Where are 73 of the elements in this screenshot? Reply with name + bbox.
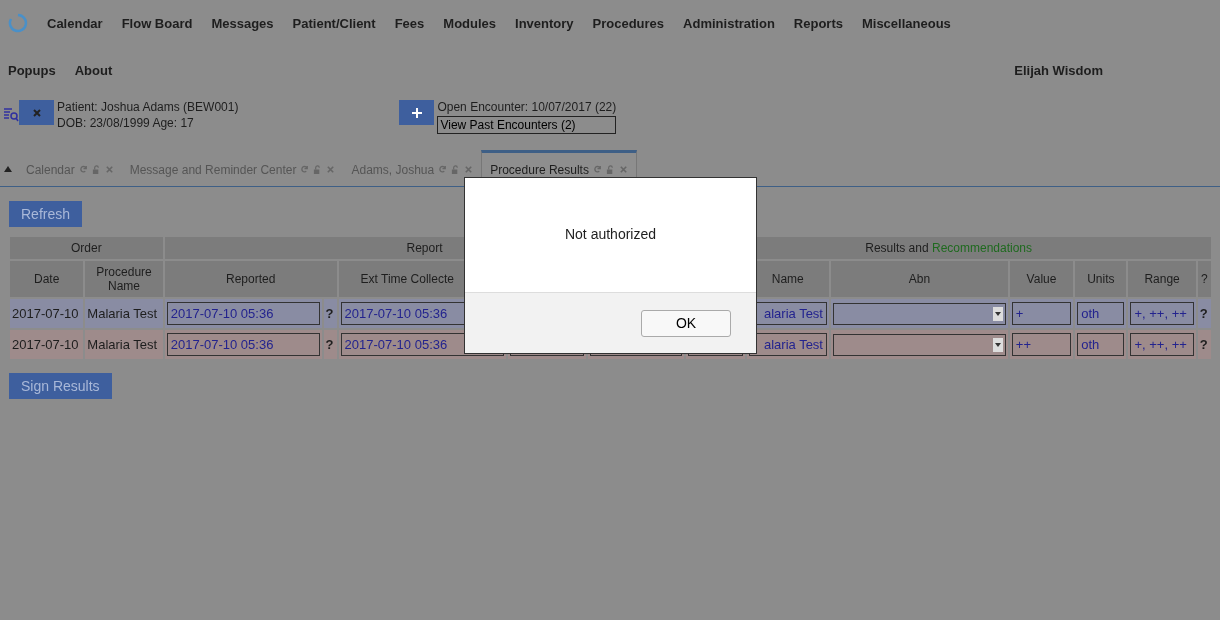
help-mark[interactable]: ? [325,337,334,352]
close-icon[interactable] [464,165,474,174]
lock-icon[interactable] [451,165,461,174]
menu-item[interactable]: About [74,62,113,78]
lock-icon[interactable] [605,165,615,174]
refresh-icon[interactable] [592,165,602,174]
collapse-icon[interactable] [4,166,12,172]
table-cell-text: Malaria Test [86,336,159,354]
menu-item[interactable]: Flow Board [121,15,193,31]
column-header: Range [1128,261,1196,297]
input-field[interactable]: + [1011,302,1072,325]
search-list-icon[interactable] [3,106,19,122]
input-field[interactable]: 2017-07-10 05:36 [340,333,505,356]
abn-select[interactable] [832,333,1006,356]
refresh-icon[interactable] [300,165,310,174]
close-icon[interactable] [326,165,336,174]
user-name[interactable]: Elijah Wisdom [1014,62,1103,78]
help-mark[interactable]: ? [1199,337,1208,352]
input-field[interactable]: oth [1077,333,1125,356]
tab-label[interactable]: Procedure Results [490,162,589,177]
menu-item[interactable]: Miscellaneous [861,15,951,31]
input-field[interactable]: +, ++, ++ [1130,302,1194,325]
logo-icon[interactable] [8,13,28,33]
column-header: Units [1075,261,1127,297]
menu-item[interactable]: Fees [394,15,425,31]
new-encounter-button[interactable] [399,100,435,125]
input-field[interactable]: 2017-07-10 05:36 [166,302,320,325]
menu-item[interactable]: Modules [443,15,497,31]
close-icon[interactable] [104,165,114,174]
column-header: Reported [164,261,337,297]
input-field[interactable]: alaria Test [748,333,827,356]
close-icon[interactable] [618,165,628,174]
table-cell-text: 2017-07-10 [11,336,80,354]
menu-item[interactable]: Calendar [47,15,103,31]
column-group-header: Order [10,237,163,259]
input-field[interactable]: +, ++, ++ [1130,333,1194,356]
column-header: Value [1009,261,1074,297]
column-header: Procedure Name [85,261,163,297]
input-field[interactable]: oth [1077,302,1125,325]
column-header: Abn [830,261,1008,297]
group-title: Results and [865,241,930,255]
close-icon [32,108,41,117]
refresh-icon[interactable] [438,165,448,174]
menu-item[interactable]: Administration [683,15,775,31]
refresh-icon[interactable] [78,165,88,174]
menu-item[interactable]: Procedures [592,15,665,31]
menu-item[interactable]: Messages [211,15,274,31]
patient-dob: DOB: 23/08/1999 Age: 17 [57,116,195,130]
menu-item[interactable]: Patient/Client [292,15,376,31]
sign-results-button[interactable]: Sign Results [9,373,112,399]
plus-icon [411,107,422,118]
menu-item[interactable]: Reports [793,15,843,31]
input-field[interactable]: 2017-07-10 05:36 [166,333,320,356]
column-header: ? [1197,261,1211,297]
table-cell-text: Malaria Test [86,305,159,323]
dropdown-icon [992,337,1003,352]
help-mark[interactable]: ? [1199,306,1208,321]
refresh-button[interactable]: Refresh [9,201,83,227]
dropdown-icon [992,306,1003,321]
menu-item[interactable]: Inventory [515,15,574,31]
input-field[interactable]: ++ [1011,333,1072,356]
menu-item[interactable]: Popups [8,62,56,78]
open-encounter: Open Encounter: 10/07/2017 (22) [437,100,617,114]
help-mark[interactable]: ? [325,306,334,321]
ok-button[interactable]: OK [641,309,731,337]
lock-icon[interactable] [91,165,101,174]
past-encounters-button[interactable]: View Past Encounters (2) [437,116,617,134]
close-patient-button[interactable] [19,100,54,125]
patient-name: Patient: Joshua Adams (BEW001) [57,100,239,114]
column-header: Date [10,261,84,297]
abn-select[interactable] [832,302,1006,325]
lock-icon[interactable] [313,165,323,174]
table-cell-text: 2017-07-10 [11,305,80,323]
